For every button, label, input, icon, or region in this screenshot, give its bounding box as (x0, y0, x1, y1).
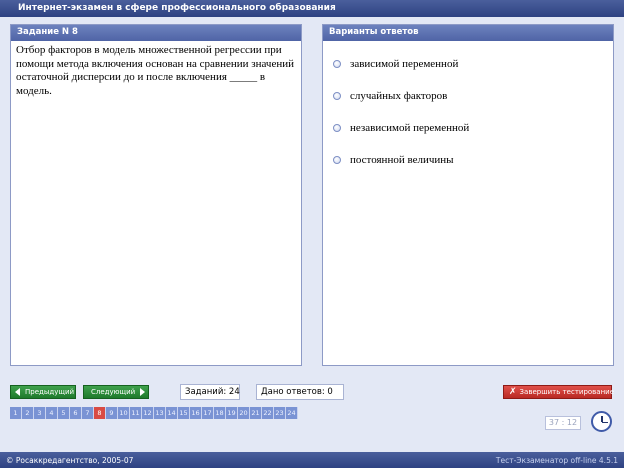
running-man-icon: ✗ (509, 387, 517, 397)
radio-button[interactable] (333, 156, 341, 164)
question-number-9[interactable]: 9 (106, 407, 118, 419)
answers-header: Варианты ответов (323, 25, 613, 41)
answer-label: независимой переменной (350, 122, 470, 134)
radio-button[interactable] (333, 92, 341, 100)
answer-option-2[interactable]: случайных факторов (333, 90, 447, 102)
question-number-4[interactable]: 4 (46, 407, 58, 419)
arrow-left-icon (15, 388, 20, 396)
question-header: Задание N 8 (11, 25, 301, 41)
timer-display: 37 : 12 (545, 416, 581, 430)
question-number-22[interactable]: 22 (262, 407, 274, 419)
question-number-18[interactable]: 18 (214, 407, 226, 419)
answer-label: зависимой переменной (350, 58, 459, 70)
finish-test-button[interactable]: ✗ Завершить тестирование (503, 385, 615, 399)
arrow-right-icon (140, 388, 146, 396)
question-number-21[interactable]: 21 (250, 407, 262, 419)
footer: © Росаккредагентство, 2005-07 Тест-Экзам… (0, 452, 624, 468)
question-number-3[interactable]: 3 (34, 407, 46, 419)
copyright: © Росаккредагентство, 2005-07 (6, 456, 134, 465)
question-number-16[interactable]: 16 (190, 407, 202, 419)
answer-label: случайных факторов (350, 90, 448, 102)
answer-option-1[interactable]: зависимой переменной (333, 58, 458, 70)
question-number-14[interactable]: 14 (166, 407, 178, 419)
version: Тест-Экзаменатор off-line 4.5.1 (495, 456, 618, 465)
question-number-15[interactable]: 15 (178, 407, 190, 419)
question-number-20[interactable]: 20 (238, 407, 250, 419)
question-number-24[interactable]: 24 (286, 407, 298, 419)
question-number-5[interactable]: 5 (58, 407, 70, 419)
question-number-23[interactable]: 23 (274, 407, 286, 419)
question-number-7[interactable]: 7 (82, 407, 94, 419)
question-number-13[interactable]: 13 (154, 407, 166, 419)
answers-panel: Варианты ответов зависимой переменной сл… (322, 24, 614, 366)
tasks-count: Заданий: 24 (180, 384, 240, 400)
next-button[interactable]: Следующий (83, 385, 149, 399)
answer-label: постоянной величины (350, 154, 454, 166)
question-number-10[interactable]: 10 (118, 407, 130, 419)
app-title: Интернет-экзамен в сфере профессионально… (0, 0, 624, 17)
question-text: Отбор факторов в модель множественной ре… (16, 44, 295, 97)
answer-option-3[interactable]: независимой переменной (333, 122, 469, 134)
question-number-12[interactable]: 12 (142, 407, 154, 419)
clock-icon (591, 411, 612, 432)
previous-label: Предыдущий (25, 388, 75, 396)
question-number-11[interactable]: 11 (130, 407, 142, 419)
question-number-2[interactable]: 2 (22, 407, 34, 419)
question-number-8[interactable]: 8 (94, 407, 106, 419)
answer-option-4[interactable]: постоянной величины (333, 154, 454, 166)
previous-button[interactable]: Предыдущий (10, 385, 76, 399)
question-number-6[interactable]: 6 (70, 407, 82, 419)
radio-button[interactable] (333, 60, 341, 68)
question-number-19[interactable]: 19 (226, 407, 238, 419)
question-number-1[interactable]: 1 (10, 407, 22, 419)
question-navigator: 1 2 3 4 5 6 7 8 9 10 11 12 13 14 15 16 17 18 19 20 21 22 23 24 (10, 407, 298, 419)
question-panel: Задание N 8 Отбор факторов в модель множ… (10, 24, 302, 366)
answered-count: Дано ответов: 0 (256, 384, 344, 400)
radio-button[interactable] (333, 124, 341, 132)
next-label: Следующий (91, 388, 136, 396)
question-number-17[interactable]: 17 (202, 407, 214, 419)
finish-label: Завершить тестирование (519, 388, 615, 396)
